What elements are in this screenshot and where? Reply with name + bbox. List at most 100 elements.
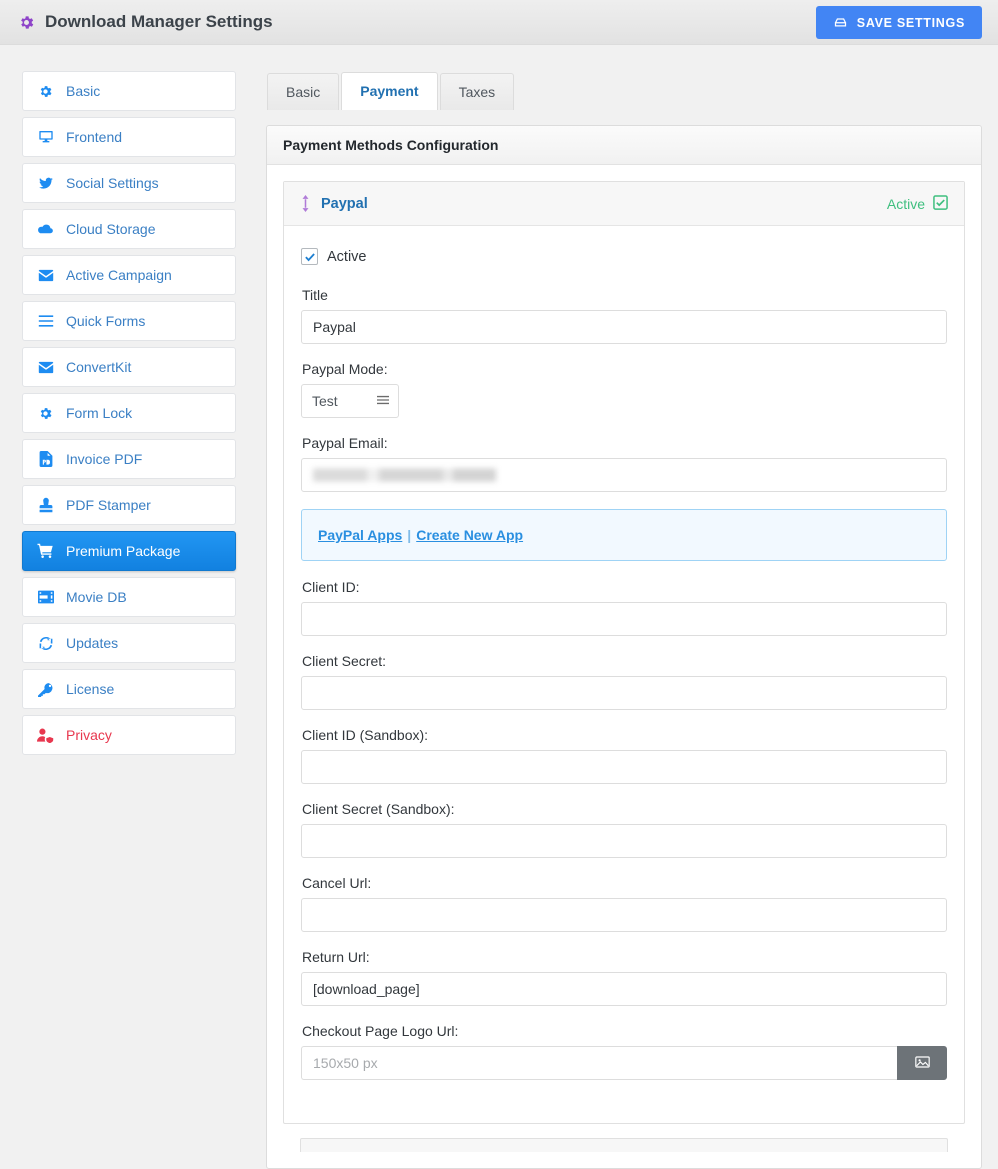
sidebar-item-label: Invoice PDF: [66, 451, 143, 467]
field-client-id-label: Client ID:: [302, 579, 360, 595]
sidebar-item-label: Frontend: [66, 129, 123, 145]
sidebar-item-label: Active Campaign: [66, 267, 172, 283]
checkbox-checked-icon[interactable]: [933, 194, 948, 213]
sidebar-item-label: License: [66, 681, 115, 697]
refresh-icon: [37, 636, 54, 651]
monitor-icon: [37, 129, 54, 145]
paypal-apps-link[interactable]: PayPal Apps: [318, 527, 402, 543]
field-client-id: Client ID:: [301, 579, 947, 636]
list-icon: [37, 314, 54, 328]
page-body: Basic Frontend Social Settings Cloud Storag…: [0, 45, 998, 1169]
sidebar-item-label: PDF Stamper: [66, 497, 151, 513]
field-paypal-mode: Paypal Mode: TestLive: [301, 361, 947, 418]
image-icon: [914, 1055, 930, 1072]
sidebar-item-label: Social Settings: [66, 175, 159, 191]
drag-handle-icon[interactable]: [300, 195, 311, 212]
gear-icon: [37, 406, 54, 421]
field-client-id-sandbox: Client ID (Sandbox):: [301, 727, 947, 784]
field-return-url-label: Return Url:: [302, 949, 370, 965]
save-settings-label: SAVE SETTINGS: [856, 15, 965, 30]
sidebar-item-label: Form Lock: [66, 405, 133, 421]
app-header: Download Manager Settings SAVE SETTINGS: [0, 0, 998, 45]
create-new-app-link[interactable]: Create New App: [416, 527, 523, 543]
field-client-secret-sandbox-label: Client Secret (Sandbox):: [302, 801, 455, 817]
envelope-icon: [37, 361, 54, 374]
sidebar-item-invoice-pdf[interactable]: Invoice PDF: [22, 439, 236, 479]
checkout-logo-url-input[interactable]: [301, 1046, 898, 1080]
page-title-text: Download Manager Settings: [45, 12, 273, 31]
field-return-url: Return Url:: [301, 949, 947, 1006]
sidebar-item-updates[interactable]: Updates: [22, 623, 236, 663]
paypal-active-checkbox-row: Active: [301, 248, 947, 265]
sidebar-item-label: Basic: [66, 83, 101, 99]
field-title-label: Title: [302, 287, 328, 303]
paypal-method-title: Paypal: [300, 195, 368, 212]
paypal-active-checkbox[interactable]: [301, 248, 318, 265]
sidebar-item-pdf-stamper[interactable]: PDF Stamper: [22, 485, 236, 525]
sidebar-item-social-settings[interactable]: Social Settings: [22, 163, 236, 203]
cart-icon: [37, 543, 54, 559]
sidebar-item-frontend[interactable]: Frontend: [22, 117, 236, 157]
sidebar-item-privacy[interactable]: Privacy: [22, 715, 236, 755]
sidebar-item-convertkit[interactable]: ConvertKit: [22, 347, 236, 387]
paypal-method-name: Paypal: [321, 195, 368, 212]
cancel-url-input[interactable]: [301, 898, 947, 932]
sidebar-item-movie-db[interactable]: Movie DB: [22, 577, 236, 617]
tab-bar: Basic Payment Taxes: [266, 71, 982, 110]
panel-body: Paypal Active Active Title Paypal Paypal…: [267, 165, 981, 1168]
redacted-value: [313, 468, 496, 482]
cloud-icon: [37, 222, 54, 236]
sidebar-item-label: Quick Forms: [66, 313, 146, 329]
field-client-secret-sandbox: Client Secret (Sandbox):: [301, 801, 947, 858]
paypal-method-header: Paypal Active: [284, 182, 964, 226]
panel-title: Payment Methods Configuration: [267, 126, 981, 165]
tab-taxes[interactable]: Taxes: [439, 73, 515, 110]
alert-separator: |: [407, 527, 412, 543]
field-checkout-logo-url-label: Checkout Page Logo Url:: [302, 1023, 459, 1039]
paypal-method-body: Active Title Paypal Mode: TestLive: [284, 226, 964, 1123]
return-url-input[interactable]: [301, 972, 947, 1006]
user-shield-icon: [37, 728, 54, 743]
tab-payment[interactable]: Payment: [341, 72, 438, 110]
sidebar-item-basic[interactable]: Basic: [22, 71, 236, 111]
field-paypal-email-label: Paypal Email:: [302, 435, 388, 451]
field-client-secret: Client Secret:: [301, 653, 947, 710]
status-badge-label: Active: [886, 195, 925, 212]
next-method-card-peek: [300, 1138, 948, 1152]
file-pdf-icon: [37, 451, 54, 467]
client-secret-input[interactable]: [301, 676, 947, 710]
save-settings-button[interactable]: SAVE SETTINGS: [815, 6, 982, 39]
envelope-icon: [37, 269, 54, 282]
sidebar-item-label: ConvertKit: [66, 359, 132, 375]
field-title: Title: [301, 287, 947, 344]
settings-content: Basic Payment Taxes Payment Methods Config…: [266, 71, 982, 1169]
tab-basic[interactable]: Basic: [267, 73, 340, 110]
page-title: Download Manager Settings: [18, 12, 273, 32]
stamp-icon: [37, 497, 54, 513]
sidebar-item-premium-package[interactable]: Premium Package: [22, 531, 236, 571]
field-paypal-mode-label: Paypal Mode:: [302, 361, 388, 377]
client-secret-sandbox-input[interactable]: [301, 824, 947, 858]
field-cancel-url: Cancel Url:: [301, 875, 947, 932]
sidebar-item-label: Premium Package: [66, 543, 181, 559]
payment-methods-panel: Payment Methods Configuration Paypal Act…: [266, 125, 982, 1169]
field-client-secret-label: Client Secret:: [302, 653, 387, 669]
sidebar-item-active-campaign[interactable]: Active Campaign: [22, 255, 236, 295]
client-id-input[interactable]: [301, 602, 947, 636]
paypal-apps-alert: PayPal Apps | Create New App: [301, 509, 947, 561]
sidebar-item-cloud-storage[interactable]: Cloud Storage: [22, 209, 236, 249]
gear-icon: [37, 84, 54, 99]
settings-sidebar: Basic Frontend Social Settings Cloud Storag…: [22, 71, 236, 1169]
sidebar-item-form-lock[interactable]: Form Lock: [22, 393, 236, 433]
sidebar-item-label: Cloud Storage: [66, 221, 156, 237]
client-id-sandbox-input[interactable]: [301, 750, 947, 784]
image-picker-button[interactable]: [897, 1046, 947, 1080]
paypal-mode-select[interactable]: TestLive: [301, 384, 399, 418]
sidebar-item-license[interactable]: License: [22, 669, 236, 709]
paypal-method-card: Paypal Active Active Title Paypal Paypal…: [283, 181, 965, 1124]
sidebar-item-label: Movie DB: [66, 589, 127, 605]
sidebar-item-quick-forms[interactable]: Quick Forms: [22, 301, 236, 341]
paypal-active-checkbox-label: Active: [327, 248, 367, 265]
checkout-logo-url-group: [301, 1046, 947, 1080]
title-input[interactable]: [301, 310, 947, 344]
